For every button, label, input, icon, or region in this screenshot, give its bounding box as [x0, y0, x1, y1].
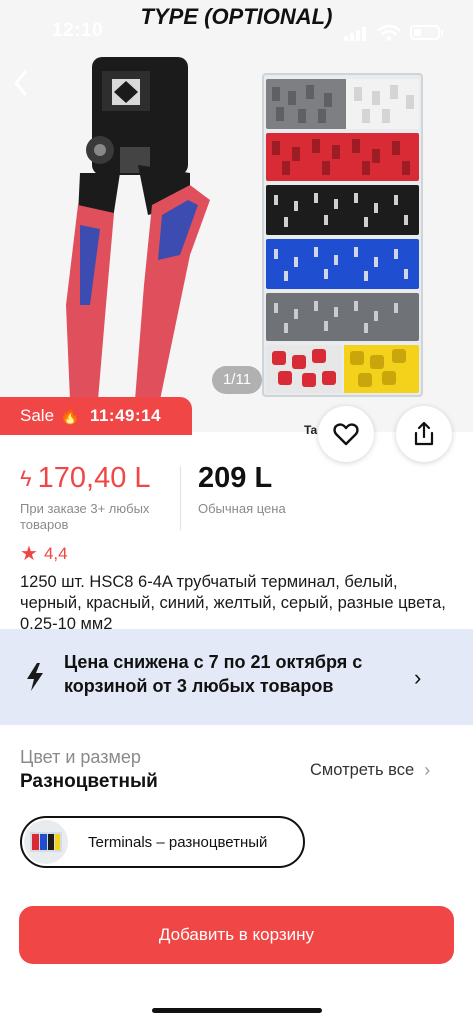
see-all-label: Смотреть все [310, 761, 415, 779]
promo-text: Цена снижена с 7 по 21 октября с корзино… [64, 652, 363, 696]
chevron-right-icon: › [414, 665, 422, 690]
options-label: Цвет и размер [20, 747, 141, 767]
gallery-counter: 1/11 [212, 366, 262, 394]
variant-chip[interactable]: Terminals – разноцветный [20, 816, 305, 868]
sale-timer: 11:49:14 [89, 406, 162, 425]
chevron-left-icon [14, 70, 27, 96]
options-selected: Разноцветный [20, 771, 158, 792]
see-all-link[interactable]: Смотреть все › [310, 760, 430, 781]
grey-terminals [266, 293, 419, 341]
share-button[interactable] [396, 406, 452, 462]
product-title: 1250 шт. HSC8 6-4A трубчатый терминал, б… [20, 573, 446, 633]
blue-terminals [266, 239, 419, 289]
sale-label: Sale [20, 406, 55, 425]
terminal-box-image [262, 73, 423, 397]
grey-white-terminals [266, 79, 419, 129]
variant-label: Terminals – разноцветный [88, 833, 268, 851]
red-yellow-terminals [266, 345, 419, 393]
heart-icon [333, 423, 359, 446]
product-image-gallery[interactable]: 1/11 [0, 0, 473, 432]
black-terminals [266, 185, 419, 235]
lightning-icon [27, 663, 43, 691]
favorite-button[interactable] [318, 406, 374, 462]
crimping-tool-image [66, 57, 210, 400]
rating[interactable]: ★ 4,4 [20, 541, 68, 566]
star-icon: ★ [20, 543, 38, 565]
overlay-title: TYPE (OPTIONAL) [140, 4, 333, 29]
promo-banner[interactable]: Цена снижена с 7 по 21 октября с корзино… [0, 629, 473, 725]
variant-thumbnail [24, 820, 68, 864]
chevron-right-icon: › [424, 760, 431, 780]
share-icon [414, 421, 434, 446]
sale-price-note: При заказе 3+ любых товаров [20, 501, 150, 532]
sale-price: ϟ 170,40 L [20, 462, 151, 495]
rating-value: 4,4 [43, 543, 68, 563]
price-block: ϟ 170,40 L При заказе 3+ любых товаров 2… [20, 462, 460, 534]
back-button[interactable] [6, 66, 36, 100]
price-divider [180, 466, 181, 530]
regular-price-note: Обычная цена [198, 501, 286, 516]
add-to-cart-button[interactable]: Добавить в корзину [19, 906, 454, 964]
sale-price-value: 170,40 L [37, 462, 151, 494]
lightning-icon: ϟ [20, 465, 32, 491]
regular-price: 209 L [198, 462, 273, 494]
sale-badge: Sale 🔥 11:49:14 [0, 397, 192, 435]
home-indicator [152, 1008, 322, 1013]
image-brand-text: Ta [304, 423, 318, 437]
fire-icon: 🔥 [60, 408, 80, 425]
red-terminals [266, 133, 419, 181]
